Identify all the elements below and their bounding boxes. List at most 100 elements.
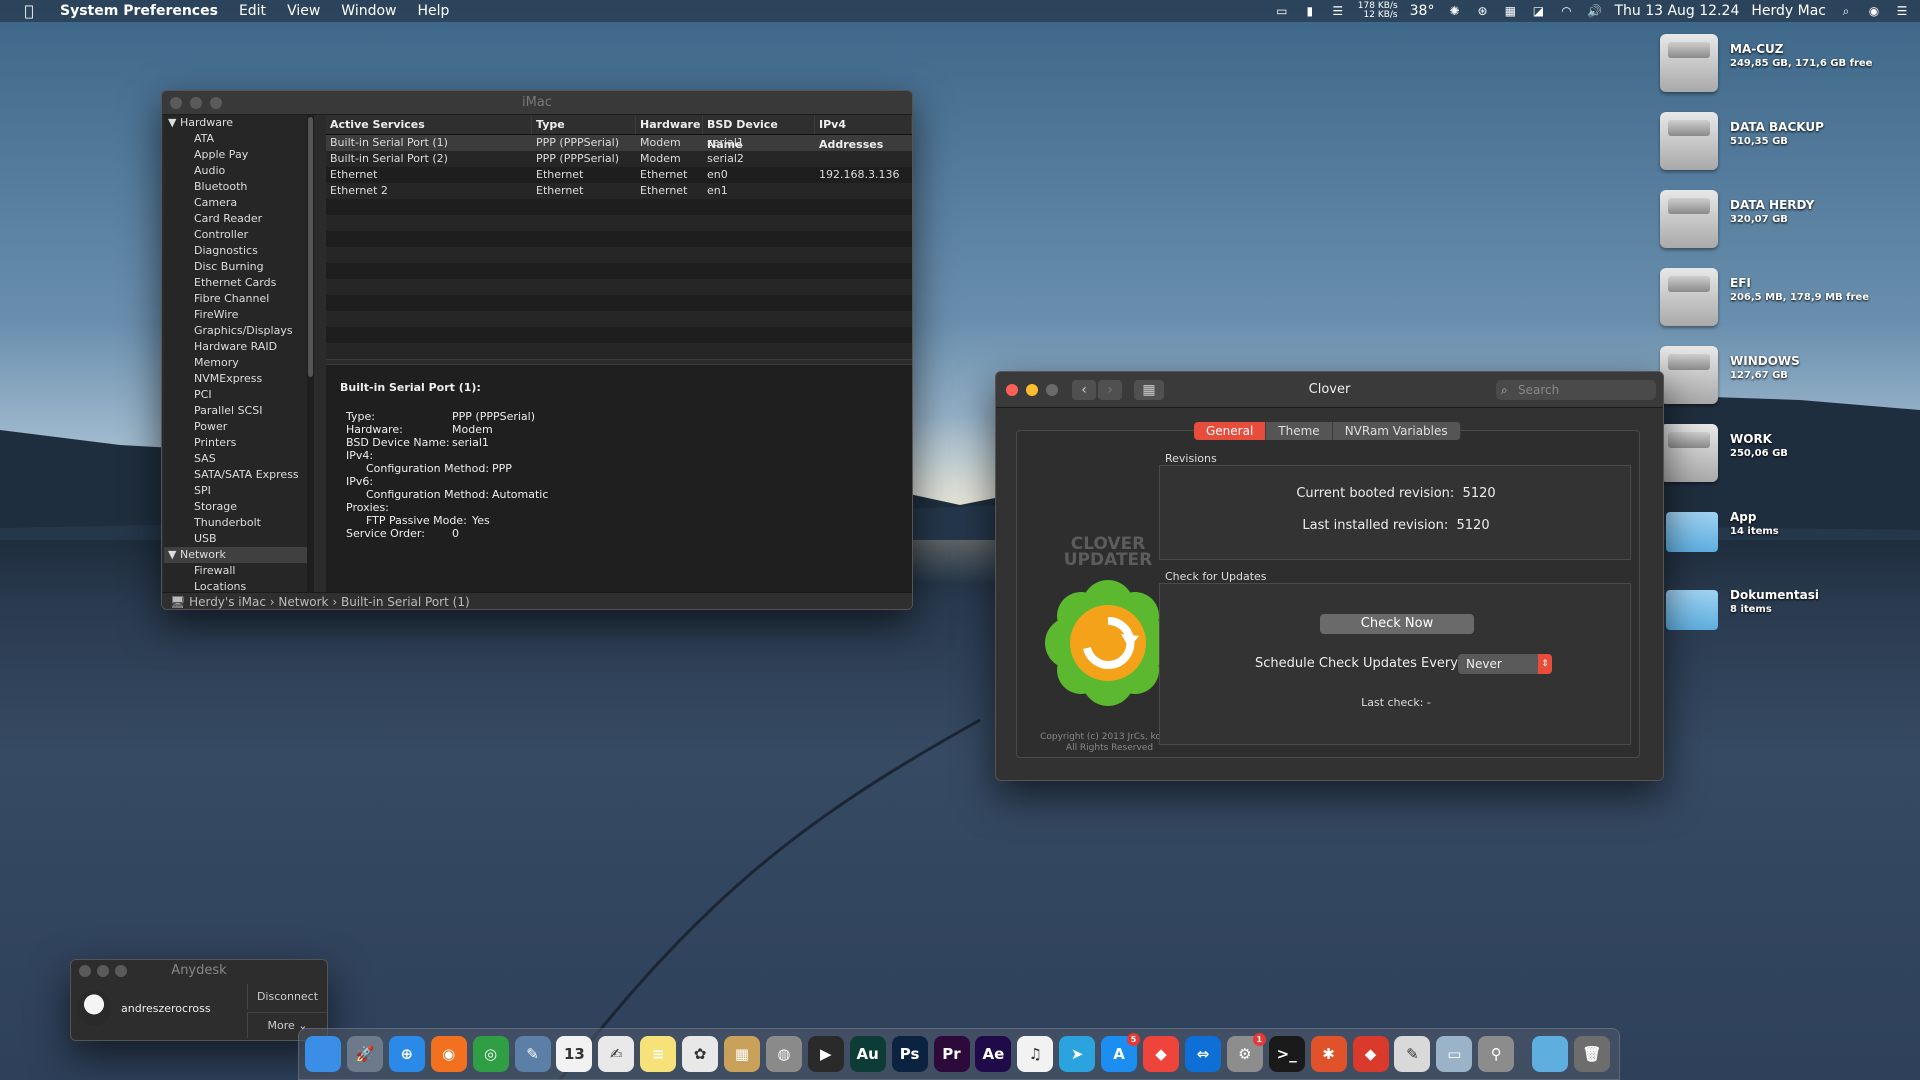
table-row[interactable]: Built-in Serial Port (2) PPP (PPPSerial) M… xyxy=(326,151,912,167)
tab-general[interactable]: General xyxy=(1194,422,1267,440)
itunes-icon[interactable]: ♫ xyxy=(1017,1036,1054,1072)
desktop-folder[interactable]: App 14 items xyxy=(1660,498,1910,568)
app-5-icon[interactable]: ⚲ xyxy=(1478,1036,1515,1072)
sidebar-item-power[interactable]: Power xyxy=(164,419,314,435)
sidebar-item-camera[interactable]: Camera xyxy=(164,195,314,211)
vpn-icon[interactable]: ⊛ xyxy=(1474,4,1490,18)
sidebar-item-network[interactable]: ▼ Network xyxy=(164,547,314,563)
firefox-icon[interactable]: ◉ xyxy=(430,1036,467,1072)
column-hardware[interactable]: Hardware xyxy=(636,115,703,134)
minimize-button[interactable] xyxy=(97,965,109,977)
desktop-drive[interactable]: DATA HERDY 320,07 GB xyxy=(1660,186,1910,256)
column-ipv4-addresses[interactable]: IPv4 Addresses xyxy=(815,115,912,151)
sidebar-item-pci[interactable]: PCI xyxy=(164,387,314,403)
desktop-drive[interactable]: WORK 250,06 GB xyxy=(1660,420,1910,490)
table-row[interactable]: Ethernet Ethernet Ethernet en0 192.168.3.136 xyxy=(326,167,912,183)
disclosure-triangle-icon[interactable]: ▼ xyxy=(168,116,180,129)
photoshop-icon[interactable]: Ps xyxy=(891,1036,928,1072)
activity-icon[interactable]: ◪ xyxy=(1530,4,1546,18)
premiere-icon[interactable]: Pr xyxy=(933,1036,970,1072)
sidebar-item-audio[interactable]: Audio xyxy=(164,163,314,179)
desktop-folder[interactable]: Dokumentasi 8 items xyxy=(1660,576,1910,646)
sidebar-item-usb[interactable]: USB xyxy=(164,531,314,547)
table-row[interactable]: Ethernet 2 Ethernet Ethernet en1 xyxy=(326,183,912,199)
table-row[interactable]: Built-in Serial Port (1) PPP (PPPSerial) M… xyxy=(326,135,912,151)
tab-theme[interactable]: Theme xyxy=(1266,422,1333,440)
sidebar-item-diagnostics[interactable]: Diagnostics xyxy=(164,243,314,259)
wifi-icon[interactable]: ◠ xyxy=(1558,4,1574,18)
sidebar-item-card-reader[interactable]: Card Reader xyxy=(164,211,314,227)
check-now-button[interactable]: Check Now xyxy=(1320,614,1474,634)
close-button[interactable] xyxy=(79,965,91,977)
app-1-icon[interactable]: ✱ xyxy=(1310,1036,1347,1072)
path-item[interactable]: Network xyxy=(278,595,328,609)
spotlight-search-icon[interactable]: ⌕ xyxy=(1838,4,1854,18)
apple-menu-icon[interactable]:  xyxy=(18,2,40,20)
sidebar-item-ata[interactable]: ATA xyxy=(164,131,314,147)
anydesk-icon[interactable]: ◆ xyxy=(1143,1036,1179,1072)
app-2-icon[interactable]: ◆ xyxy=(1352,1036,1389,1072)
sidebar-item-hardware[interactable]: ▼ Hardware xyxy=(164,115,314,131)
fan-icon[interactable]: ✺ xyxy=(1446,4,1462,18)
archive-icon[interactable]: ▦ xyxy=(724,1036,760,1072)
tab-nvram-variables[interactable]: NVRam Variables xyxy=(1332,422,1461,440)
calendar-icon[interactable]: 13 xyxy=(556,1036,593,1072)
path-item[interactable]: Herdy's iMac xyxy=(189,595,266,609)
menu-window[interactable]: Window xyxy=(341,3,396,19)
desktop-drive[interactable]: DATA BACKUP 510,35 GB xyxy=(1660,108,1910,178)
sidebar-item-bluetooth[interactable]: Bluetooth xyxy=(164,179,314,195)
app-4-icon[interactable]: ▭ xyxy=(1436,1036,1473,1072)
path-item[interactable]: Built-in Serial Port (1) xyxy=(341,595,470,609)
sidebar-item-memory[interactable]: Memory xyxy=(164,355,314,371)
safari-icon[interactable]: ⊕ xyxy=(388,1036,425,1072)
app-3-icon[interactable]: ✎ xyxy=(1394,1036,1431,1072)
cpu-monitor-icon[interactable]: ▭ xyxy=(1274,4,1290,18)
disk-monitor-icon[interactable]: ☰ xyxy=(1330,4,1346,18)
split-divider[interactable] xyxy=(326,359,912,365)
telegram-icon[interactable]: ➤ xyxy=(1059,1036,1096,1072)
terminal-icon[interactable]: >_ xyxy=(1268,1036,1305,1072)
after-effects-icon[interactable]: Ae xyxy=(975,1036,1012,1072)
sidebar-item-thunderbolt[interactable]: Thunderbolt xyxy=(164,515,314,531)
sidebar-item-ethernet-cards[interactable]: Ethernet Cards xyxy=(164,275,314,291)
sidebar-item-hardware-raid[interactable]: Hardware RAID xyxy=(164,339,314,355)
volume-icon[interactable]: 🔊 xyxy=(1586,4,1602,18)
notes-icon[interactable]: ≡ xyxy=(640,1036,677,1072)
sidebar-item-sas[interactable]: SAS xyxy=(164,451,314,467)
disk-utility-icon[interactable]: ◍ xyxy=(765,1036,802,1072)
zoom-button[interactable] xyxy=(210,97,222,109)
photos-icon[interactable]: ✿ xyxy=(682,1036,719,1072)
sidebar-item-graphics-displays[interactable]: Graphics/Displays xyxy=(164,323,314,339)
menu-app-name[interactable]: System Preferences xyxy=(60,3,218,19)
disclosure-triangle-icon[interactable]: ▼ xyxy=(168,548,180,561)
final-cut-icon[interactable]: ▶ xyxy=(807,1036,844,1072)
menu-help[interactable]: Help xyxy=(418,3,450,19)
sidebar-item-sata-sata-express[interactable]: SATA/SATA Express xyxy=(164,467,314,483)
memory-monitor-icon[interactable]: ▮ xyxy=(1302,4,1318,18)
window-manager-icon[interactable]: ▦ xyxy=(1502,4,1518,18)
desktop-drive[interactable]: EFI 206,5 MB, 178,9 MB free xyxy=(1660,264,1910,334)
sidebar-item-disc-burning[interactable]: Disc Burning xyxy=(164,259,314,275)
column-bsd-device-name[interactable]: BSD Device Name xyxy=(703,115,815,151)
sidebar-item-storage[interactable]: Storage xyxy=(164,499,314,515)
menu-edit[interactable]: Edit xyxy=(239,3,266,19)
notification-center-icon[interactable]: ☰ xyxy=(1894,4,1910,18)
network-speed[interactable]: 178 KB/s 12 KB/s xyxy=(1358,2,1398,20)
desktop-drive[interactable]: WINDOWS 127,67 GB xyxy=(1660,342,1910,412)
app-store-icon[interactable]: A5 xyxy=(1101,1033,1141,1072)
column-type[interactable]: Type xyxy=(532,115,636,134)
downloads-icon[interactable] xyxy=(1532,1036,1569,1072)
sidebar-scrollbar[interactable] xyxy=(307,115,314,593)
close-button[interactable] xyxy=(170,97,182,109)
system-preferences-icon[interactable]: ⚙ 1 xyxy=(1226,1033,1266,1072)
temperature[interactable]: 38° xyxy=(1410,3,1435,19)
disconnect-button[interactable]: Disconnect xyxy=(247,984,327,1010)
schedule-select[interactable]: Never ⇕ xyxy=(1458,654,1552,674)
sidebar-item-firewire[interactable]: FireWire xyxy=(164,307,314,323)
minimize-button[interactable] xyxy=(190,97,202,109)
sidebar-item-apple-pay[interactable]: Apple Pay xyxy=(164,147,314,163)
launchpad-icon[interactable]: 🚀 xyxy=(346,1036,383,1072)
sidebar-item-nvmexpress[interactable]: NVMExpress xyxy=(164,371,314,387)
sidebar-item-printers[interactable]: Printers xyxy=(164,435,314,451)
finder-icon[interactable] xyxy=(305,1036,341,1072)
